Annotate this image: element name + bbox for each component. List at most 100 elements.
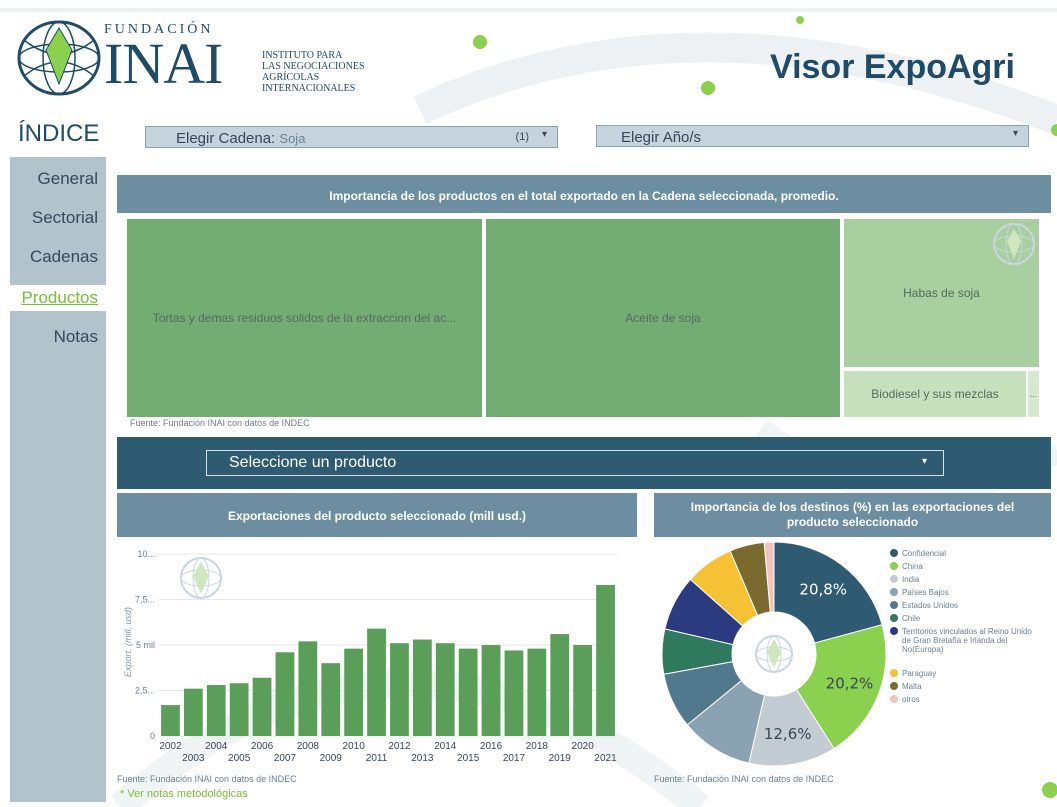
x-tick-label: 2020	[572, 741, 595, 752]
bar-2019[interactable]	[550, 634, 570, 736]
bar-2007[interactable]	[275, 652, 295, 736]
treemap-area: Tortas y demas residuos solidos de la ex…	[127, 219, 1039, 429]
globe-watermark-icon	[993, 223, 1035, 265]
bar-2004[interactable]	[206, 685, 226, 736]
legend-swatch	[890, 588, 898, 596]
bar-2002[interactable]	[161, 705, 180, 736]
x-tick-label: 2005	[228, 753, 251, 764]
bar-2021[interactable]	[596, 584, 615, 736]
sidebar: General Sectorial Cadenas Productos Nota…	[10, 157, 106, 802]
sidebar-item-cadenas[interactable]: Cadenas	[30, 247, 98, 267]
legend-item[interactable]: Paraguay	[890, 669, 1032, 678]
legend-label: Territorios vinculados al Reino Unido de…	[902, 627, 1032, 654]
legend-swatch	[890, 575, 898, 583]
sidebar-item-productos[interactable]: Productos	[10, 285, 106, 311]
legend-item[interactable]: India	[890, 575, 1032, 584]
cadena-dropdown-value: Soja	[279, 131, 306, 146]
sidebar-item-sectorial[interactable]: Sectorial	[32, 208, 98, 228]
x-tick-label: 2016	[480, 741, 503, 752]
bar-chart-source: Fuente: Fundación INAI con datos de INDE…	[117, 774, 297, 784]
y-tick-label: 2,5...	[135, 686, 155, 696]
legend-item[interactable]: otros	[890, 695, 1032, 704]
bar-2014[interactable]	[435, 643, 455, 736]
treemap-tile-more[interactable]: ...	[1028, 371, 1039, 417]
x-tick-label: 2007	[274, 753, 297, 764]
legend-swatch	[890, 627, 898, 635]
exports-bar-chart: 0 2,5... 5 mil 7,5... 10... 2002200320042005…	[123, 549, 617, 764]
inai-globe-logo-icon	[17, 20, 101, 96]
legend-swatch	[890, 669, 898, 677]
x-tick-label: 2014	[434, 741, 457, 752]
legend-item[interactable]: Territorios vinculados al Reino Unido de…	[890, 627, 1032, 654]
org-acronym: INAI	[104, 31, 223, 96]
treemap-tile-label: Aceite de soja	[625, 311, 701, 325]
x-tick-label: 2019	[549, 753, 572, 764]
x-tick-label: 2004	[205, 741, 228, 752]
bar-chart-ylabel: Export. (mill. usd)	[123, 607, 133, 677]
legend-swatch	[890, 549, 898, 557]
bar-2013[interactable]	[412, 639, 432, 736]
chevron-down-icon: ▾	[1012, 128, 1018, 139]
product-dropdown[interactable]: Seleccione un producto ▾	[206, 450, 944, 476]
legend-label: Paraguay	[902, 669, 937, 678]
legend-label: otros	[902, 695, 920, 704]
legend-swatch	[890, 695, 898, 703]
legend-item[interactable]: Estados Unidos	[890, 601, 1032, 610]
legend-item[interactable]: Confidencial	[890, 549, 1032, 558]
bar-2012[interactable]	[390, 643, 409, 736]
donut-data-label: 20,2%	[826, 674, 874, 692]
x-tick-label: 2008	[297, 741, 320, 752]
legend-item[interactable]: Chile	[890, 614, 1032, 623]
treemap-tile-label: Tortas y demas residuos solidos de la ex…	[152, 311, 457, 325]
sidebar-item-notas[interactable]: Notas	[54, 327, 98, 347]
legend-label: China	[902, 562, 923, 571]
legend-swatch	[890, 682, 898, 690]
x-tick-label: 2013	[411, 753, 434, 764]
destinations-donut-chart: 20,8% 20,2% 12,6%	[661, 542, 887, 767]
treemap-tile-label: Habas de soja	[903, 286, 980, 300]
bar-2010[interactable]	[344, 648, 364, 736]
x-tick-label: 2015	[457, 753, 480, 764]
x-tick-label: 2021	[594, 753, 617, 764]
legend-item[interactable]: China	[890, 562, 1032, 571]
treemap-tile[interactable]: Aceite de soja	[486, 219, 840, 417]
bar-2008[interactable]	[298, 641, 318, 736]
bar-2009[interactable]	[321, 663, 341, 736]
sidebar-title: ÍNDICE	[18, 120, 100, 147]
legend-label: Chile	[902, 614, 921, 623]
bar-2020[interactable]	[573, 645, 593, 736]
treemap-tile[interactable]: Biodiesel y sus mezclas	[844, 371, 1026, 417]
bar-2006[interactable]	[252, 677, 272, 736]
treemap-tile[interactable]: Tortas y demas residuos solidos de la ex…	[127, 219, 482, 417]
legend-label: India	[902, 575, 920, 584]
donut-data-label: 20,8%	[799, 581, 847, 599]
bar-2003[interactable]	[183, 688, 203, 736]
x-tick-label: 2002	[159, 741, 182, 752]
methodology-notes-link[interactable]: * Ver notas metodológicas	[120, 788, 248, 800]
x-tick-label: 2018	[526, 741, 549, 752]
cadena-dropdown[interactable]: Elegir Cadena: Soja (1) ▾	[145, 126, 558, 148]
sidebar-item-general[interactable]: General	[38, 169, 98, 189]
x-tick-label: 2017	[503, 753, 526, 764]
legend-swatch	[890, 601, 898, 609]
pie-chart-source: Fuente: Fundación INAI con datos de INDE…	[654, 774, 834, 784]
legend-item[interactable]: Países Bajos	[890, 588, 1032, 597]
legend-label: Confidencial	[902, 549, 947, 558]
legend-label: Países Bajos	[902, 588, 949, 597]
bar-2011[interactable]	[367, 628, 386, 736]
anio-dropdown[interactable]: Elegir Año/s ▾	[596, 125, 1029, 147]
x-tick-label: 2006	[251, 741, 274, 752]
legend-item[interactable]: Malta	[890, 682, 1032, 691]
bar-2015[interactable]	[458, 648, 478, 736]
app-title: Visor ExpoAgri	[770, 48, 1015, 86]
y-tick-label: 0	[150, 731, 155, 741]
bar-2005[interactable]	[229, 683, 249, 736]
chevron-down-icon: ▾	[921, 456, 927, 467]
bar-2017[interactable]	[504, 650, 524, 736]
pie-chart-title: Importancia de los destinos (%) en las e…	[654, 493, 1051, 537]
y-tick-label: 5 mil	[136, 640, 155, 650]
bar-2018[interactable]	[527, 648, 547, 736]
treemap-tile-label: Biodiesel y sus mezclas	[871, 387, 999, 401]
bar-2016[interactable]	[481, 645, 501, 736]
legend-swatch	[890, 562, 898, 570]
